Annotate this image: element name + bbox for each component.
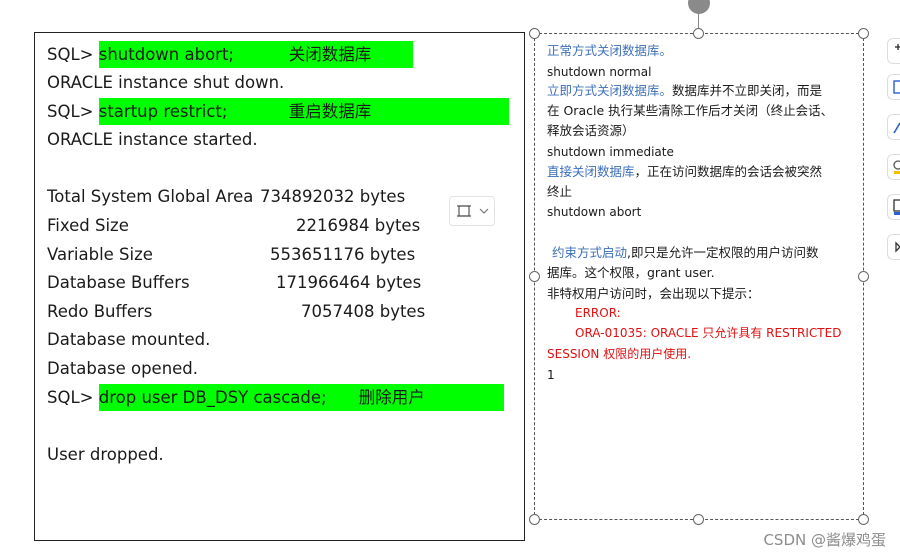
resize-handle-bottom-right[interactable] [858, 514, 869, 525]
textbox-line: 约束方式启动,即只是允许一定权限的用户访问数 [552, 243, 819, 263]
sql-console-box: SQL> shutdown abort; 关闭数据库 ORACLE instanc… [34, 32, 525, 541]
toolbar-pen-icon[interactable] [887, 114, 900, 140]
textbox-line: shutdown abort [547, 205, 642, 219]
sga-value: 734892032 bytes [260, 187, 406, 206]
console-line: Database mounted. [47, 330, 211, 349]
console-line: Database opened. [47, 359, 199, 378]
sql-command: drop user DB_DSY cascade; [98, 388, 327, 407]
toolbar-layout-icon[interactable] [887, 74, 900, 100]
highlight-startup: startup restrict; 重启数据库 [98, 98, 509, 125]
command-note: 重启数据库 [288, 102, 372, 121]
sql-prompt: SQL> [47, 388, 99, 407]
console-line: ORACLE instance started. [47, 130, 258, 149]
resize-handle-top-right[interactable] [858, 28, 869, 39]
textbox-line: 终止 [547, 184, 573, 199]
layout-options-button[interactable] [449, 196, 495, 226]
toolbar-add-icon[interactable] [887, 38, 900, 64]
command-note: 删除用户 [358, 388, 425, 407]
console-line-startup: SQL> startup restrict; 重启数据库 [47, 98, 509, 125]
sga-label: Database Buffers [47, 273, 190, 292]
sga-label: Fixed Size [47, 216, 129, 235]
sga-row: Fixed Size 2216984 bytes [47, 212, 427, 239]
resize-handle-top-left[interactable] [529, 28, 540, 39]
textbox-text: ，正在访问数据库的会话会被突然 [634, 164, 823, 179]
sql-prompt: SQL> [47, 45, 99, 64]
sga-value: 553651176 bytes [270, 245, 416, 264]
textbox-line: 在 Oracle 执行某些清除工作后才关闭（终止会话、 [547, 103, 834, 118]
highlight-drop-user: drop user DB_DSY cascade; 删除用户 [98, 384, 504, 411]
sga-row: Redo Buffers 7057408 bytes [47, 298, 427, 325]
textbox-line: 非特权用户访问时，会出现以下提示： [547, 286, 760, 301]
toolbar-paint-icon[interactable] [887, 154, 900, 180]
resize-handle-top[interactable] [693, 28, 704, 39]
command-note: 关闭数据库 [288, 45, 372, 64]
chevron-down-icon [479, 208, 489, 214]
console-line: User dropped. [47, 445, 164, 464]
sga-value: 2216984 bytes [296, 216, 421, 235]
textbox-link-text: 约束方式启动 [552, 245, 628, 260]
resize-handle-bottom[interactable] [693, 514, 704, 525]
rotate-handle-stem [698, 12, 699, 28]
sga-row: Variable Size 553651176 bytes [47, 241, 427, 268]
sga-row: Total System Global Area 734892032 bytes [47, 183, 427, 210]
sql-command: startup restrict; [98, 102, 228, 121]
textbox-link-text: 立即方式关闭数据库。 [547, 83, 673, 98]
console-line-drop-user: SQL> drop user DB_DSY cascade; 删除用户 [47, 384, 504, 411]
textbox-line: 直接关闭数据库，正在访问数据库的会话会被突然 [547, 162, 822, 182]
console-line: ORACLE instance shut down. [47, 73, 285, 92]
textbox-line: 释放会话资源） [547, 123, 635, 138]
error-text: ERROR: [575, 306, 621, 320]
sga-label: Variable Size [47, 245, 153, 264]
textbox-line: shutdown normal [547, 65, 652, 79]
textbox-line: 据库。这个权限，grant user. [547, 265, 715, 280]
sga-value: 171966464 bytes [276, 273, 422, 292]
right-toolbar [885, 30, 900, 290]
resize-handle-right[interactable] [858, 271, 869, 282]
sga-label: Total System Global Area [47, 187, 254, 206]
textbox-line: 立即方式关闭数据库。数据库并不立即关闭，而是 [547, 81, 822, 101]
sga-value: 7057408 bytes [301, 302, 426, 321]
toolbar-fill-icon[interactable] [887, 194, 900, 220]
rotate-handle[interactable] [688, 0, 710, 14]
resize-handle-bottom-left[interactable] [529, 514, 540, 525]
sql-command: shutdown abort; [98, 45, 234, 64]
watermark: CSDN @酱爆鸡蛋 [763, 531, 886, 549]
layout-options-icon [457, 205, 471, 217]
error-text: SESSION 权限的用户使用. [547, 347, 692, 361]
sql-prompt: SQL> [47, 102, 99, 121]
error-text: ORA-01035: ORACLE 只允许具有 RESTRICTED [575, 326, 842, 340]
textbox-line: 1 [547, 368, 555, 382]
textbox-line: shutdown immediate [547, 145, 674, 159]
console-line-shutdown: SQL> shutdown abort; 关闭数据库 [47, 41, 413, 68]
sga-label: Redo Buffers [47, 302, 153, 321]
textbox-link-text: 直接关闭数据库 [547, 164, 635, 179]
textbox-line: 正常方式关闭数据库。 [547, 43, 673, 58]
sga-row: Database Buffers 171966464 bytes [47, 269, 427, 296]
toolbar-more-icon[interactable] [887, 234, 900, 260]
textbox-text: ,即只是允许一定权限的用户访问数 [627, 245, 819, 260]
resize-handle-left[interactable] [529, 271, 540, 282]
textbox-text: 数据库并不立即关闭，而是 [672, 83, 823, 98]
highlight-shutdown: shutdown abort; 关闭数据库 [98, 41, 413, 68]
